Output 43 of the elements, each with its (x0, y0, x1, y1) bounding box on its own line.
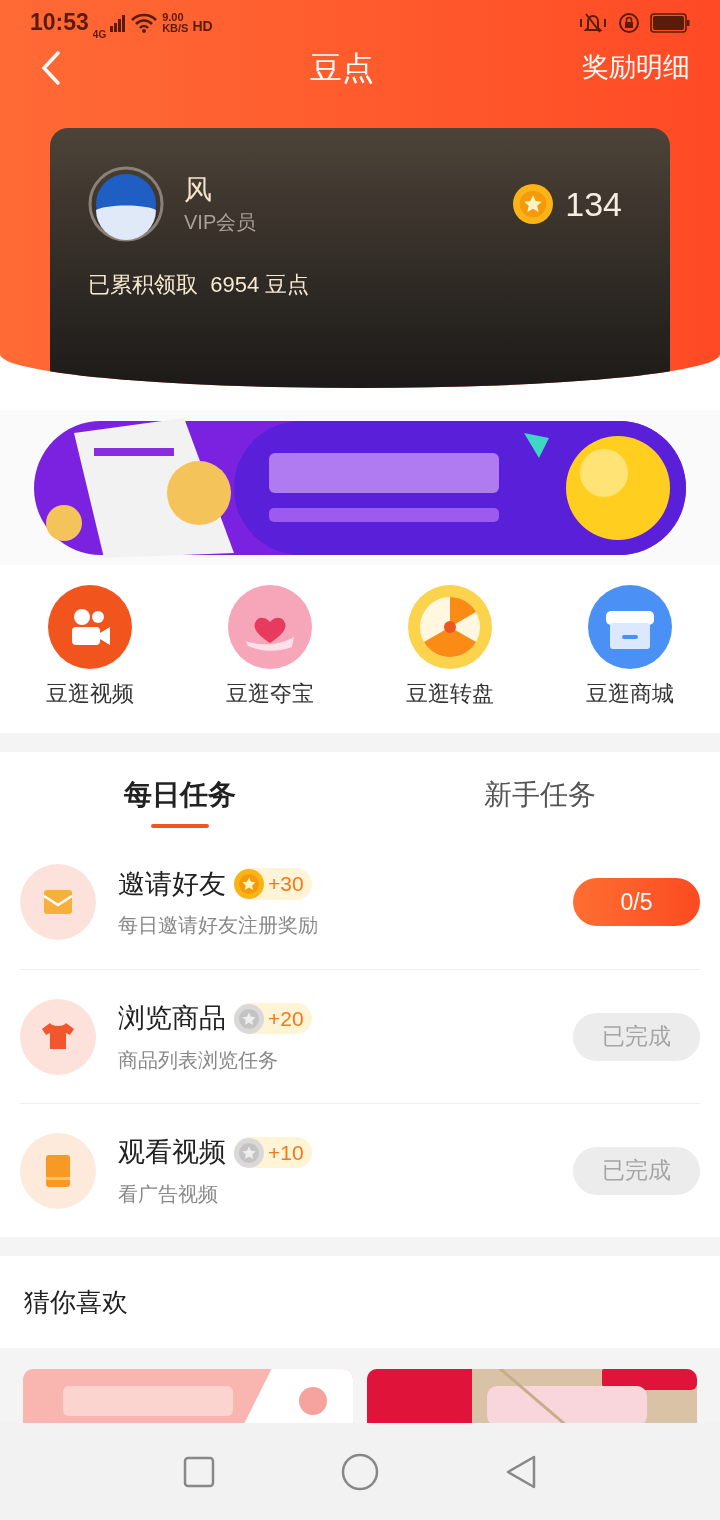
shortcut-item[interactable]: 豆逛商城 (540, 565, 720, 733)
home-icon[interactable] (341, 1452, 379, 1491)
envelope-icon (20, 864, 96, 940)
heart-hand-icon (228, 585, 312, 669)
back-nav-icon[interactable] (505, 1453, 537, 1490)
reward-badge: +20 (234, 1002, 312, 1035)
shortcut-item[interactable]: 豆逛视频 (0, 565, 180, 733)
network-speed: 9.00 (162, 11, 185, 23)
task-title: 观看视频 (118, 1136, 226, 1170)
total-points-text: 已累积领取 6954 豆点 (88, 271, 311, 299)
back-icon[interactable] (40, 49, 62, 86)
task-tab[interactable]: 新手任务 (360, 752, 720, 835)
speed-unit: KB/S (162, 22, 189, 34)
shortcut-item[interactable]: 豆逛夺宝 (180, 565, 360, 733)
page-title: 豆点 (310, 48, 374, 88)
coin-icon (513, 184, 554, 224)
shortcut-item[interactable]: 豆逛转盘 (360, 565, 540, 733)
battery-icon (650, 12, 690, 33)
signal-icon (110, 13, 127, 32)
mute-bell-icon (578, 11, 608, 34)
task-description: 每日邀请好友注册奖励 (118, 913, 318, 939)
network-label: 4G (92, 28, 107, 42)
task-title: 邀请好友 (118, 867, 226, 901)
rotation-lock-icon (618, 11, 640, 34)
shirt-icon (20, 998, 96, 1075)
store-icon (588, 585, 672, 669)
recent-apps-icon[interactable] (183, 1455, 215, 1488)
task-title: 浏览商品 (118, 1002, 226, 1036)
tablet-icon (20, 1132, 96, 1209)
status-time: 10:53 (30, 8, 89, 38)
task-description: 商品列表浏览任务 (118, 1047, 279, 1073)
hd-label: HD (192, 17, 213, 36)
task-tab[interactable]: 每日任务 (0, 752, 360, 835)
points-balance: 134 (565, 183, 622, 225)
section-title: 猜你喜欢 (24, 1285, 128, 1319)
wheel-icon (408, 585, 492, 669)
video-camera-icon (48, 585, 132, 669)
user-name: 风 (184, 173, 213, 207)
reward-badge: +30 (234, 868, 312, 900)
reward-badge: +10 (234, 1136, 312, 1169)
wifi-icon (130, 12, 159, 33)
member-level: VIP会员 (184, 210, 257, 235)
task-description: 看广告视频 (118, 1181, 219, 1207)
